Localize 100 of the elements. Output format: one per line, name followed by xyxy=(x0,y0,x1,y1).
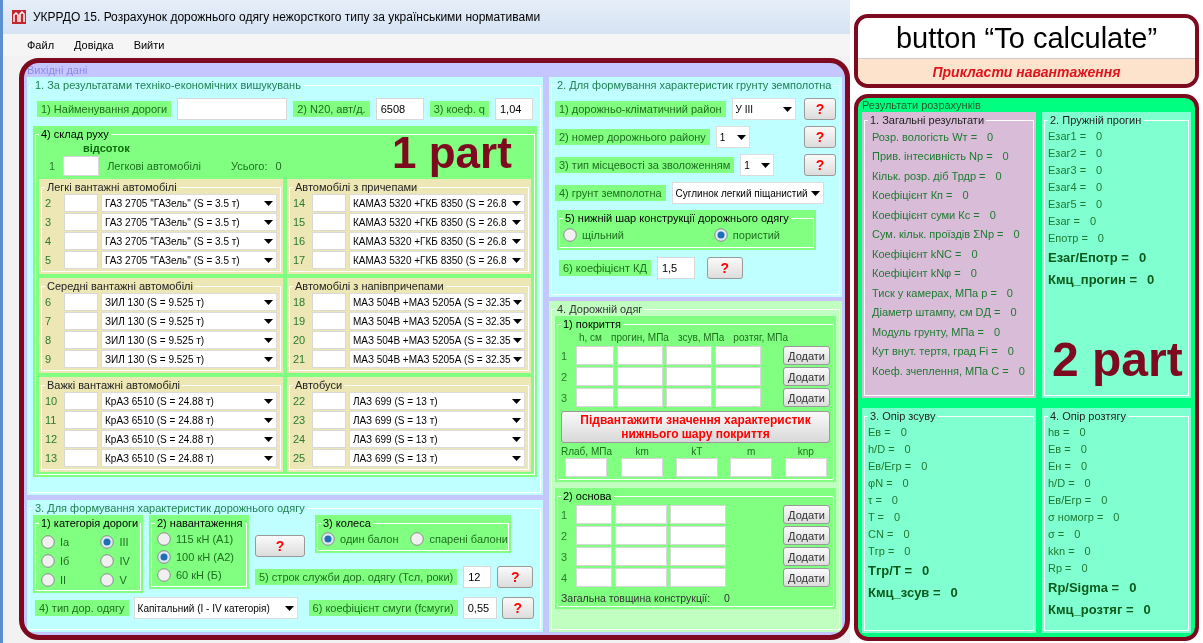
calculate-button[interactable]: Прикласти навантаження xyxy=(858,58,1195,84)
input-field[interactable] xyxy=(576,526,612,545)
input-field[interactable] xyxy=(715,367,761,386)
input-field[interactable] xyxy=(312,213,346,231)
input-field[interactable] xyxy=(621,458,664,477)
input-field[interactable] xyxy=(715,346,761,365)
dropdown[interactable]: ЗИЛ 130 (S = 9.525 т) xyxy=(101,293,277,311)
input-field[interactable] xyxy=(666,388,712,407)
input-field[interactable] xyxy=(615,547,667,566)
input-field[interactable] xyxy=(312,194,346,212)
dropdown[interactable]: КАМАЗ 5320 +ГКБ 8350 (S = 26.8 xyxy=(349,194,525,212)
input-field[interactable] xyxy=(576,505,612,524)
radio-button[interactable] xyxy=(321,532,335,546)
radio-button[interactable] xyxy=(100,535,115,549)
dropdown[interactable]: Капітальний (І - ІV категорія) xyxy=(133,597,298,619)
dropdown[interactable]: ЗИЛ 130 (S = 9.525 т) xyxy=(101,331,277,349)
dropdown[interactable]: У ІІІ xyxy=(731,98,796,120)
dropdown[interactable]: МАЗ 504В +МАЗ 5205А (S = 32.35 xyxy=(349,293,525,311)
add-button[interactable]: Додати xyxy=(783,568,830,587)
input-field[interactable] xyxy=(670,505,726,524)
input-field[interactable] xyxy=(312,350,346,368)
radio-button[interactable] xyxy=(410,532,425,546)
menu-item[interactable]: Файл xyxy=(19,39,63,51)
input-field[interactable] xyxy=(312,312,346,330)
add-button[interactable]: Додати xyxy=(783,505,830,524)
input-field[interactable] xyxy=(64,312,98,330)
menu-item[interactable]: Вийти xyxy=(125,39,173,51)
dropdown[interactable]: ГАЗ 2705 "ГАЗель" (S = 3.5 т) xyxy=(101,213,277,231)
radio-button[interactable] xyxy=(41,535,55,549)
dropdown[interactable]: КрАЗ 6510 (S = 24.88 т) xyxy=(101,449,277,467)
input-field[interactable] xyxy=(576,388,614,407)
dropdown[interactable]: ЗИЛ 130 (S = 9.525 т) xyxy=(101,312,277,330)
radio-button[interactable] xyxy=(157,568,171,582)
input-field[interactable] xyxy=(615,568,667,587)
input-field[interactable] xyxy=(576,367,614,386)
input-field[interactable] xyxy=(615,505,667,524)
dropdown[interactable]: ЛАЗ 699 (S = 13 т) xyxy=(349,449,525,467)
dropdown[interactable]: МАЗ 504В +МАЗ 5205А (S = 32.35 xyxy=(349,312,525,330)
input-field[interactable] xyxy=(64,213,98,231)
input-field[interactable] xyxy=(312,392,346,410)
menu-item[interactable]: Довідка xyxy=(66,39,122,51)
input-field[interactable] xyxy=(312,430,346,448)
input-field[interactable] xyxy=(576,568,612,587)
input-field[interactable] xyxy=(715,388,761,407)
input-field[interactable] xyxy=(64,411,98,429)
dropdown[interactable]: ГАЗ 2705 "ГАЗель" (S = 3.5 т) xyxy=(101,251,277,269)
input-field[interactable] xyxy=(64,430,98,448)
radio-button[interactable] xyxy=(41,573,55,587)
add-button[interactable]: Додати xyxy=(783,526,830,545)
input-field[interactable] xyxy=(177,98,288,120)
dropdown[interactable]: МАЗ 504В +МАЗ 5205А (S = 32.35 xyxy=(349,350,525,368)
radio-button[interactable] xyxy=(157,532,171,546)
input-field[interactable] xyxy=(312,293,346,311)
input-field[interactable] xyxy=(312,251,346,269)
radio-button[interactable] xyxy=(100,554,115,568)
dropdown[interactable]: КрАЗ 6510 (S = 24.88 т) xyxy=(101,392,277,410)
input-field[interactable] xyxy=(615,526,667,545)
input-field[interactable] xyxy=(670,568,726,587)
radio-button[interactable] xyxy=(713,228,728,242)
dropdown[interactable]: ЛАЗ 699 (S = 13 т) xyxy=(349,392,525,410)
add-button[interactable]: Додати xyxy=(783,388,830,407)
input-field[interactable] xyxy=(312,411,346,429)
input-field[interactable] xyxy=(670,526,726,545)
dropdown[interactable]: Суглинок легкий піщанистий xyxy=(671,182,824,204)
input-field[interactable]: 12 xyxy=(463,566,492,588)
input-field[interactable] xyxy=(675,458,718,477)
input-field[interactable] xyxy=(576,346,614,365)
dropdown[interactable]: 1 xyxy=(740,154,775,176)
add-button[interactable]: Додати xyxy=(783,547,830,566)
dropdown[interactable]: КАМАЗ 5320 +ГКБ 8350 (S = 26.8 xyxy=(349,213,525,231)
dropdown[interactable]: ГАЗ 2705 "ГАЗель" (S = 3.5 т) xyxy=(101,194,277,212)
input-field[interactable]: 0,55 xyxy=(462,597,497,619)
dropdown[interactable]: МАЗ 504В +МАЗ 5205А (S = 32.35 xyxy=(349,331,525,349)
input-field[interactable] xyxy=(64,331,98,349)
input-field[interactable] xyxy=(576,547,612,566)
input-field[interactable]: 1,04 xyxy=(494,98,533,120)
input-field[interactable] xyxy=(617,388,663,407)
input-field[interactable] xyxy=(64,251,98,269)
dropdown[interactable]: 1 xyxy=(715,126,750,148)
dropdown[interactable]: ЛАЗ 699 (S = 13 т) xyxy=(349,411,525,429)
dropdown[interactable]: ЛАЗ 699 (S = 13 т) xyxy=(349,430,525,448)
input-field[interactable]: 6508 xyxy=(375,98,424,120)
input-field[interactable] xyxy=(312,232,346,250)
dropdown[interactable]: КрАЗ 6510 (S = 24.88 т) xyxy=(101,411,277,429)
input-field[interactable] xyxy=(63,156,100,176)
input-field[interactable] xyxy=(64,392,98,410)
input-field[interactable] xyxy=(670,547,726,566)
radio-button[interactable] xyxy=(100,573,115,587)
dropdown[interactable]: ЗИЛ 130 (S = 9.525 т) xyxy=(101,350,277,368)
input-field[interactable] xyxy=(64,449,98,467)
radio-button[interactable] xyxy=(41,554,55,568)
input-field[interactable] xyxy=(64,350,98,368)
dropdown[interactable]: ГАЗ 2705 "ГАЗель" (S = 3.5 т) xyxy=(101,232,277,250)
input-field[interactable] xyxy=(312,449,346,467)
dropdown[interactable]: КАМАЗ 5320 +ГКБ 8350 (S = 26.8 xyxy=(349,232,525,250)
input-field[interactable] xyxy=(64,232,98,250)
input-field[interactable] xyxy=(312,331,346,349)
input-field[interactable] xyxy=(784,458,827,477)
input-field[interactable] xyxy=(64,194,98,212)
input-field[interactable] xyxy=(730,458,773,477)
